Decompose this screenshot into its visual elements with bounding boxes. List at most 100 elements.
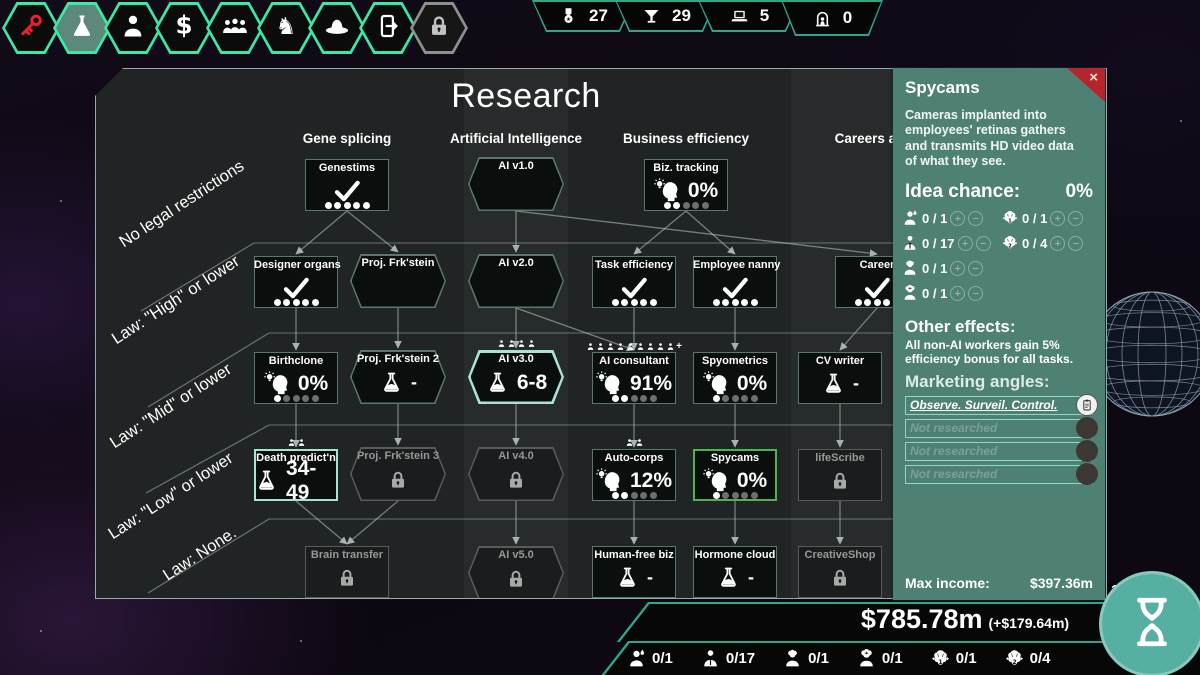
research-node-autocorps[interactable]: Auto-corps 12% [592, 449, 676, 501]
resource-value: 29 [672, 6, 691, 26]
toolbar-item-espionage[interactable] [308, 2, 366, 54]
research-node-braintransfer[interactable]: Brain transfer [305, 546, 389, 598]
end-turn-button[interactable] [1099, 571, 1200, 675]
businessperson-icon [700, 648, 721, 669]
worker-slot-businessperson: 0 / 17+− [901, 234, 1001, 252]
progress-dots [592, 299, 676, 306]
toolbar-item-key[interactable] [2, 2, 60, 54]
marketing-angle[interactable]: Not researched [905, 419, 1093, 438]
plus-button[interactable]: + [1050, 236, 1065, 251]
toolbar-item-staff[interactable] [104, 2, 162, 54]
marketing-angle[interactable]: Not researched [905, 442, 1093, 461]
plus-button[interactable]: + [950, 211, 965, 226]
node-title: Proj. Frk'stein 2 [350, 353, 446, 365]
research-node-biztrack[interactable]: Biz. tracking 0% [644, 159, 728, 211]
crowd-icon [221, 12, 249, 45]
lock-icon [386, 468, 410, 492]
game-screen: $♞ ★272950 Research Gene splicingArtific… [0, 0, 1200, 675]
node-title: Brain transfer [305, 549, 389, 561]
research-node-ai4[interactable]: AI v4.0 [468, 447, 564, 501]
research-node-ai2[interactable]: AI v2.0 [468, 254, 564, 308]
svg-text:♞: ♞ [276, 12, 297, 40]
column-header: Artificial Intelligence [426, 131, 606, 146]
star [40, 630, 42, 632]
toolbar-item-marketing[interactable] [359, 2, 417, 54]
node-value: 0% [688, 179, 718, 203]
minus-button[interactable]: − [1068, 211, 1083, 226]
toolbar-item-strategy[interactable]: ♞ [257, 2, 315, 54]
plus-button[interactable]: + [958, 236, 973, 251]
angle-text: Not researched [910, 467, 997, 481]
toolbar-item-finance[interactable]: $ [155, 2, 213, 54]
node-title: AI consultant [592, 355, 676, 367]
research-node-ai5[interactable]: AI v5.0 [468, 546, 564, 599]
svg-text:1: 1 [938, 659, 942, 666]
research-node-ai3[interactable]: AI v3.06-8 [468, 350, 564, 404]
worker-pawn-icon [636, 342, 645, 351]
marketing-angle[interactable]: Not researched [905, 465, 1093, 484]
counter-value: 0/1 [652, 650, 673, 667]
node-title: Birthclone [254, 355, 338, 367]
node-title: AI v1.0 [468, 160, 564, 172]
slot-count: 0 / 1 [922, 286, 947, 301]
research-node-spycams[interactable]: Spycams 0% [693, 449, 777, 501]
max-income-label: Max income: [905, 575, 990, 591]
research-node-birthclone[interactable]: Birthclone 0% [254, 352, 338, 404]
spy-hat-icon [323, 12, 351, 45]
minus-button[interactable]: − [976, 236, 991, 251]
minus-button[interactable]: − [968, 286, 983, 301]
research-node-aiconsult[interactable]: AI consultant 91%+ [592, 352, 676, 404]
node-title: Genestims [305, 162, 389, 174]
resource-value: 27 [589, 6, 608, 26]
progress-dots [693, 299, 777, 306]
minus-button[interactable]: − [1068, 236, 1083, 251]
research-node-cvwriter[interactable]: CV writer- [798, 352, 882, 404]
toolbar-item-research[interactable] [53, 2, 111, 54]
close-icon: × [1089, 69, 1098, 86]
toolbar-item-locked[interactable] [410, 2, 468, 54]
research-node-taskeff[interactable]: Task efficiency [592, 256, 676, 308]
worker-pawn-icon [626, 342, 635, 351]
empty-slot-dot [1076, 463, 1098, 485]
research-node-deathpredict[interactable]: Death predict'n34-49 [254, 449, 338, 501]
minus-button[interactable]: − [968, 211, 983, 226]
research-node-designer[interactable]: Designer organs [254, 256, 338, 308]
toolbar-item-population[interactable] [206, 2, 264, 54]
research-node-nanny[interactable]: Employee nanny [693, 256, 777, 308]
node-title: Hormone cloud [693, 549, 777, 561]
research-node-genestims[interactable]: Genestims [305, 159, 389, 211]
node-title: Employee nanny [693, 259, 777, 271]
research-node-spyometrics[interactable]: Spyometrics 0% [693, 352, 777, 404]
research-node-frk3[interactable]: Proj. Frk'stein 3 [350, 447, 446, 501]
angle-text: Observe. Surveil. Control. [910, 398, 1057, 412]
plus-button[interactable]: + [1050, 211, 1065, 226]
plus-button[interactable]: + [950, 286, 965, 301]
node-title: Auto-corps [592, 452, 676, 464]
research-node-humanfree[interactable]: Human-free biz- [592, 546, 676, 598]
dollar-icon: $ [170, 12, 198, 45]
svg-text:★: ★ [566, 16, 571, 23]
plus-button[interactable]: + [950, 261, 965, 276]
progress-dots [254, 299, 338, 306]
marketing-angle[interactable]: Observe. Surveil. Control. [905, 396, 1093, 415]
counter-value: 0/1 [882, 650, 903, 667]
research-node-frk1[interactable]: Proj. Frk'stein [350, 254, 446, 308]
progress-dots [693, 395, 777, 402]
research-node-frk2[interactable]: Proj. Frk'stein 2- [350, 350, 446, 404]
flask-outline-icon [485, 370, 510, 395]
worker-pawn-icon [596, 342, 605, 351]
resource-value: 0 [843, 8, 852, 28]
research-node-lifescribe[interactable]: lifeScribe [798, 449, 882, 501]
node-value: 34-49 [286, 457, 338, 505]
bottom-counter-thinker: 0/1 [782, 648, 829, 669]
assigned-workers-row [254, 438, 338, 447]
worker-pawn-icon [606, 342, 615, 351]
research-node-ai1[interactable]: AI v1.0 [468, 157, 564, 211]
column-header: Gene splicing [257, 131, 437, 146]
research-node-hormone[interactable]: Hormone cloud- [693, 546, 777, 598]
check-icon [862, 273, 892, 303]
node-title: Proj. Frk'stein 3 [350, 450, 446, 462]
minus-button[interactable]: − [968, 261, 983, 276]
research-node-creativeshop[interactable]: CreativeShop [798, 546, 882, 598]
panel-description: Cameras implanted into employees' retina… [893, 98, 1095, 169]
